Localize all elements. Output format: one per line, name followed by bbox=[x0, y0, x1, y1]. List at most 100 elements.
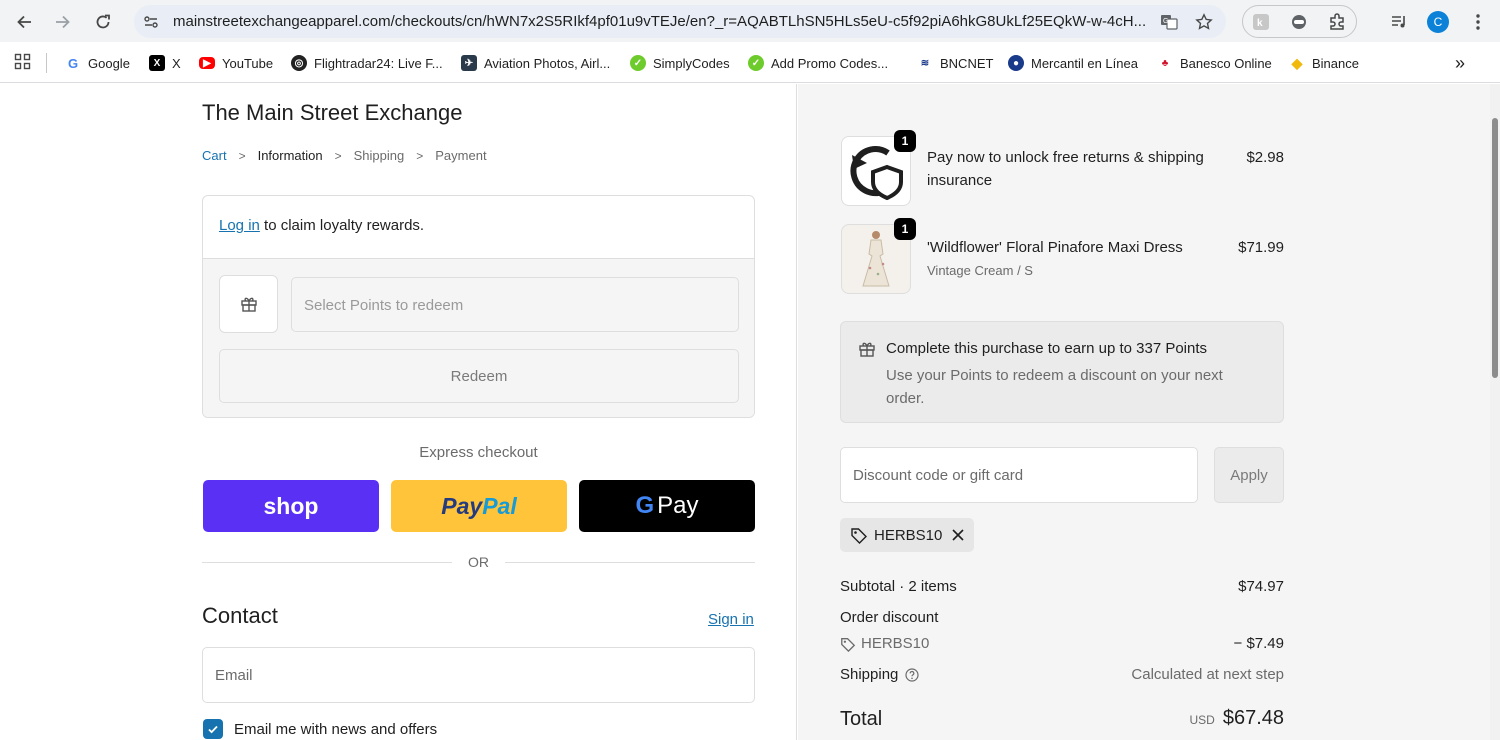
sign-in-link[interactable]: Sign in bbox=[708, 611, 754, 628]
breadcrumb-information: Information bbox=[257, 148, 323, 163]
banesco-icon: ♣ bbox=[1157, 55, 1173, 71]
bookmark-simplycodes[interactable]: ✓ SimplyCodes bbox=[630, 54, 730, 72]
browser-toolbar: mainstreetexchangeapparel.com/checkouts/… bbox=[0, 0, 1500, 42]
shop-pay-logo: shop bbox=[263, 492, 319, 519]
simplycodes-icon: ✓ bbox=[630, 55, 646, 71]
tag-icon bbox=[850, 526, 868, 544]
more-menu-icon[interactable] bbox=[1465, 9, 1491, 35]
extension-mask-icon[interactable] bbox=[1289, 12, 1309, 32]
apps-grid-icon[interactable] bbox=[14, 53, 32, 71]
google-pay-logo: G Pay bbox=[635, 492, 699, 519]
gift-icon bbox=[858, 340, 876, 363]
translate-icon[interactable]: G bbox=[1158, 11, 1180, 33]
bookmark-youtube[interactable]: ▶ YouTube bbox=[199, 54, 273, 72]
loyalty-login-link[interactable]: Log in bbox=[219, 217, 260, 234]
gift-icon bbox=[219, 275, 278, 333]
bookmarks-bar: G Google XX ▶ YouTube ◎ Flightradar24: Live… bbox=[0, 42, 1500, 83]
points-earn-notice: Complete this purchase to earn up to 337… bbox=[840, 321, 1284, 423]
line-item-variant: Vintage Cream / S bbox=[927, 263, 1033, 278]
bookmark-binance[interactable]: ◆ Binance bbox=[1289, 54, 1359, 72]
email-field[interactable]: Email bbox=[202, 647, 755, 703]
url-text[interactable]: mainstreetexchangeapparel.com/checkouts/… bbox=[173, 13, 1153, 30]
forward-icon[interactable] bbox=[50, 9, 76, 35]
dress-photo bbox=[862, 231, 890, 287]
svg-text:G: G bbox=[1163, 18, 1168, 25]
binance-icon: ◆ bbox=[1289, 55, 1305, 71]
google-pay-button[interactable]: G Pay bbox=[579, 480, 755, 532]
contact-heading: Contact bbox=[202, 603, 278, 628]
remove-discount-icon[interactable] bbox=[952, 529, 964, 541]
newsletter-option[interactable]: Email me with news and offers bbox=[203, 718, 437, 740]
or-text: OR bbox=[468, 554, 489, 570]
extensions-puzzle-icon[interactable] bbox=[1327, 12, 1347, 32]
paypal-button[interactable]: PayPal bbox=[391, 480, 567, 532]
points-earn-subtitle: Use your Points to redeem a discount on … bbox=[886, 367, 1223, 407]
reload-icon[interactable] bbox=[90, 9, 116, 35]
paypal-logo: PayPal bbox=[441, 492, 517, 519]
media-controls-icon[interactable] bbox=[1386, 9, 1412, 35]
back-icon[interactable] bbox=[11, 9, 37, 35]
shipping-label: Shipping bbox=[840, 666, 899, 683]
line-item-title: Pay now to unlock free returns & shippin… bbox=[927, 149, 1204, 189]
scrollbar-thumb[interactable] bbox=[1492, 118, 1498, 378]
breadcrumb-payment: Payment bbox=[435, 148, 487, 163]
points-earn-title: Complete this purchase to earn up to 337… bbox=[886, 340, 1208, 357]
bookmark-mercantil[interactable]: ● Mercantil en Línea bbox=[1008, 54, 1138, 72]
more-bookmarks-icon[interactable]: » bbox=[1455, 53, 1465, 73]
shop-pay-button[interactable]: shop bbox=[203, 480, 379, 532]
bookmark-bncnet[interactable]: ≋ BNCNET bbox=[917, 54, 993, 72]
flightradar-icon: ◎ bbox=[291, 55, 307, 71]
shipping-row: Shipping bbox=[840, 666, 919, 683]
bncnet-icon: ≋ bbox=[917, 55, 933, 71]
subtotal-value: $74.97 bbox=[1238, 578, 1284, 595]
breadcrumb: Cart > Information > Shipping > Payment bbox=[202, 148, 487, 163]
redeem-button[interactable]: Redeem bbox=[219, 349, 739, 403]
discount-code-input[interactable]: Discount code or gift card bbox=[840, 447, 1198, 503]
mercantil-icon: ● bbox=[1008, 55, 1024, 71]
total-amount: $67.48 bbox=[1222, 707, 1284, 729]
bookmark-flightradar24[interactable]: ◎ Flightradar24: Live F... bbox=[291, 54, 443, 72]
bookmarks-divider bbox=[46, 53, 47, 73]
line-item-title: 'Wildflower' Floral Pinafore Maxi Dress bbox=[927, 239, 1183, 256]
quantity-badge: 1 bbox=[894, 218, 916, 240]
or-divider: OR bbox=[202, 554, 755, 572]
loyalty-panel: Log in to claim loyalty rewards. Select … bbox=[202, 195, 755, 418]
total-label: Total bbox=[840, 708, 883, 730]
loyalty-login-text: to claim loyalty rewards. bbox=[259, 217, 425, 234]
bookmark-google[interactable]: G Google bbox=[65, 54, 130, 72]
express-checkout-label: Express checkout bbox=[419, 444, 538, 461]
address-bar[interactable]: mainstreetexchangeapparel.com/checkouts/… bbox=[134, 5, 1226, 38]
bookmark-star-icon[interactable] bbox=[1193, 11, 1215, 33]
bookmark-add-promo-codes[interactable]: ✓ Add Promo Codes... bbox=[748, 54, 888, 72]
loyalty-redeem-area: Select Points to redeem Redeem bbox=[203, 258, 754, 417]
tag-icon bbox=[840, 636, 856, 652]
scrollbar[interactable] bbox=[1490, 84, 1500, 740]
svg-text:k: k bbox=[1257, 18, 1263, 29]
chevron-right-icon: > bbox=[238, 148, 246, 163]
bookmark-aviation-photos[interactable]: ✈ Aviation Photos, Airl... bbox=[461, 54, 610, 72]
profile-avatar[interactable]: C bbox=[1427, 11, 1449, 33]
currency-code: USD bbox=[1189, 713, 1215, 727]
site-settings-icon[interactable] bbox=[140, 11, 162, 33]
loyalty-login-prompt: Log in to claim loyalty rewards. bbox=[203, 196, 754, 258]
subtotal-label: Subtotal · 2 items bbox=[840, 578, 957, 595]
chevron-right-icon: > bbox=[334, 148, 342, 163]
bookmark-x[interactable]: XX bbox=[149, 54, 181, 72]
google-g-icon: G bbox=[635, 492, 655, 519]
breadcrumb-shipping: Shipping bbox=[353, 148, 405, 163]
youtube-icon: ▶ bbox=[199, 57, 215, 69]
total-value: USD $67.48 bbox=[1189, 707, 1284, 730]
points-select[interactable]: Select Points to redeem bbox=[291, 277, 739, 332]
bookmark-banesco[interactable]: ♣ Banesco Online bbox=[1157, 54, 1272, 72]
google-icon: G bbox=[65, 55, 81, 71]
help-circle-icon[interactable] bbox=[905, 667, 919, 682]
extension-k-icon[interactable]: k bbox=[1251, 12, 1271, 32]
breadcrumb-cart[interactable]: Cart bbox=[202, 148, 227, 163]
apply-discount-button[interactable]: Apply bbox=[1214, 447, 1284, 503]
newsletter-checkbox[interactable] bbox=[203, 719, 223, 739]
store-title[interactable]: The Main Street Exchange bbox=[202, 100, 462, 126]
simplycodes-icon: ✓ bbox=[748, 55, 764, 71]
order-discount-code: HERBS10 bbox=[840, 635, 929, 652]
newsletter-label: Email me with news and offers bbox=[234, 720, 438, 738]
extensions-group: k bbox=[1242, 5, 1357, 38]
